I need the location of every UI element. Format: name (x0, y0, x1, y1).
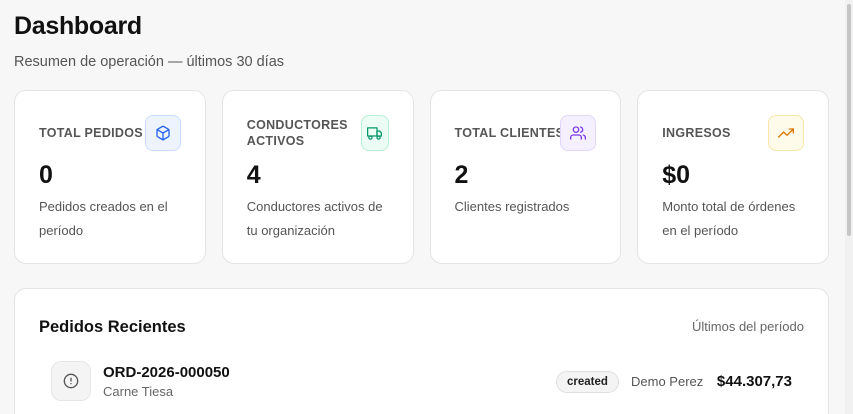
truck-icon (360, 115, 389, 151)
stat-card-total-pedidos: Total pedidos 0 Pedidos creados en el pe… (14, 90, 206, 264)
stat-value: $0 (662, 161, 691, 189)
status-badge: created (556, 371, 619, 393)
order-product: Carne Tiesa (103, 384, 174, 399)
stat-value: 2 (454, 161, 469, 189)
stat-card-total-clientes: Total clientes 2 Clientes registrados (429, 90, 622, 264)
stat-card-conductores-activos: Conductores activos 4 Conductores activo… (221, 90, 414, 264)
order-row[interactable]: ORD-2026-000050 Carne Tiesa created Demo… (51, 361, 792, 403)
order-id[interactable]: ORD-2026-000050 (103, 364, 230, 382)
stat-value: 4 (246, 161, 261, 189)
trending-up-icon (768, 115, 804, 151)
users-icon (560, 115, 597, 151)
page-scrollbar[interactable] (845, 0, 853, 414)
stat-description: Monto total de órdenes en el período (662, 199, 796, 238)
stat-description: Pedidos creados en el período (39, 199, 168, 238)
order-amount: $44.307,73 (716, 373, 792, 390)
stat-value: 0 (39, 161, 53, 189)
scrollbar-thumb[interactable] (847, 4, 851, 236)
stat-description: Clientes registrados (454, 199, 570, 214)
recent-orders-period: Últimos del período (692, 319, 804, 334)
alert-circle-icon (51, 361, 91, 401)
box-icon (144, 115, 181, 151)
stat-card-ingresos: Ingresos $0 Monto total de órdenes en el… (637, 90, 829, 264)
page-title: Dashboard (14, 12, 142, 40)
order-customer: Demo Perez (631, 374, 704, 389)
page-header: Dashboard Resumen de operación — últimos… (14, 10, 284, 72)
stat-label: Conductores activos (246, 118, 348, 148)
page-subtitle: Resumen de operación — últimos 30 días (14, 54, 285, 70)
recent-orders-title: Pedidos Recientes (39, 318, 186, 336)
stat-description: Conductores activos de tu organización (246, 199, 383, 238)
stats-cards: Total pedidos 0 Pedidos creados en el pe… (14, 90, 829, 264)
recent-orders-panel: Pedidos Recientes Últimos del período OR… (14, 288, 829, 414)
